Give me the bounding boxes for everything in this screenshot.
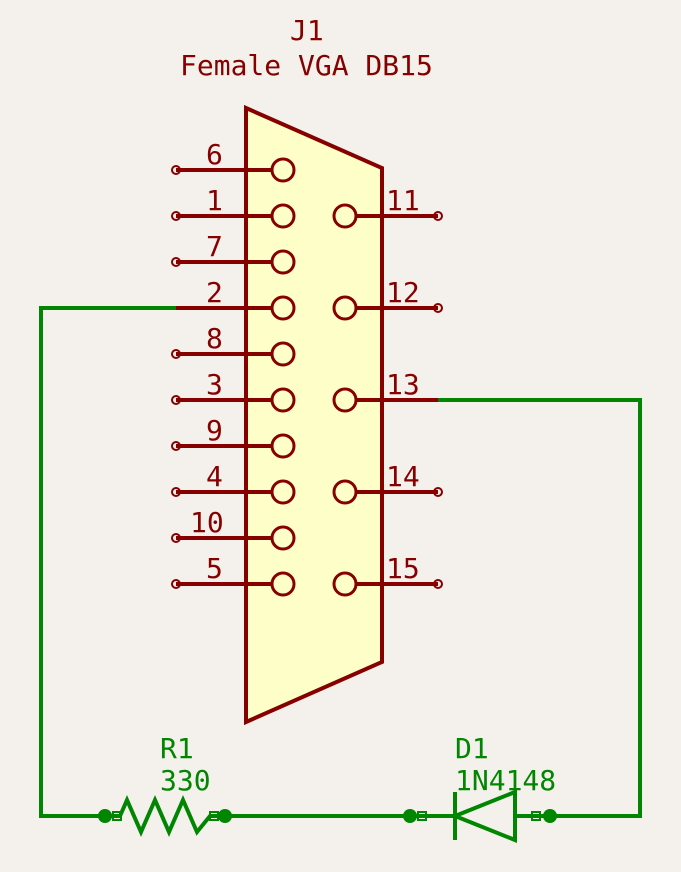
svg-text:9: 9 [206, 414, 223, 447]
svg-text:13: 13 [386, 368, 420, 401]
connector-value: Female VGA DB15 [180, 49, 433, 82]
schematic-canvas: J1 Female VGA DB15 6 1 7 2 8 [0, 0, 681, 872]
connector-body [246, 108, 382, 722]
svg-text:8: 8 [206, 322, 223, 355]
svg-text:6: 6 [206, 138, 223, 171]
svg-text:12: 12 [386, 276, 420, 309]
r1-value: 330 [160, 764, 211, 797]
svg-text:15: 15 [386, 552, 420, 585]
svg-text:7: 7 [206, 230, 223, 263]
svg-text:1: 1 [206, 184, 223, 217]
d1-ref: D1 [455, 732, 489, 765]
svg-text:14: 14 [386, 460, 420, 493]
svg-text:2: 2 [206, 276, 223, 309]
connector-ref: J1 [290, 14, 324, 47]
svg-text:4: 4 [206, 460, 223, 493]
svg-text:5: 5 [206, 552, 223, 585]
r1-ref: R1 [160, 732, 194, 765]
svg-text:10: 10 [190, 506, 224, 539]
svg-text:11: 11 [386, 184, 420, 217]
d1-value: 1N4148 [455, 764, 556, 797]
svg-text:3: 3 [206, 368, 223, 401]
